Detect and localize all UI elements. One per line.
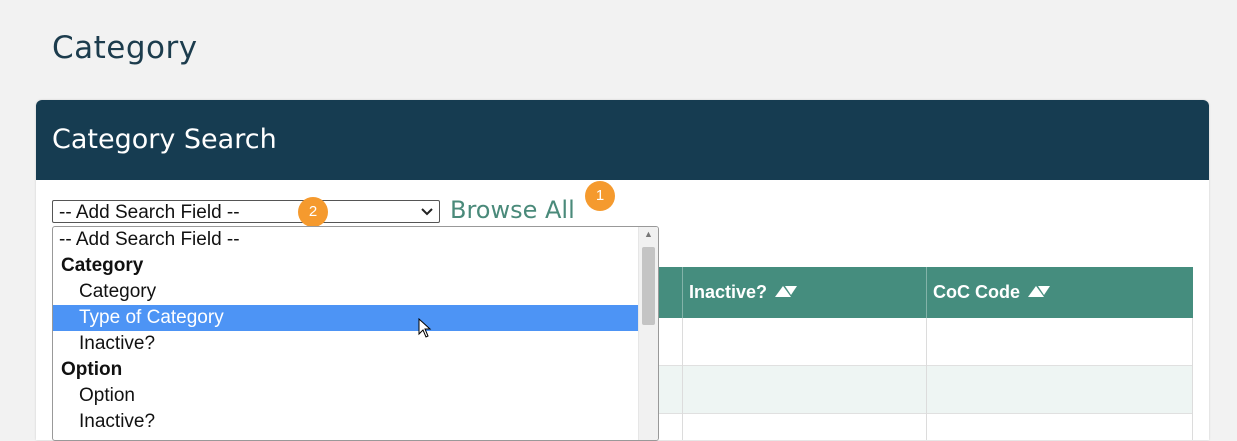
column-divider [926, 318, 927, 440]
column-divider [1192, 318, 1193, 440]
scroll-up-arrow-icon[interactable]: ▲ [644, 229, 653, 239]
panel-title: Category Search [52, 124, 277, 155]
option-add-search-field[interactable]: -- Add Search Field -- [53, 227, 639, 253]
panel-header: Category Search [36, 100, 1209, 180]
optgroup-category: Category [61, 255, 144, 276]
scrollbar-thumb[interactable] [642, 247, 655, 325]
column-header-coc-code[interactable]: CoC Code [926, 267, 1193, 318]
column-divider [682, 318, 683, 440]
add-search-field-select[interactable]: -- Add Search Field -- [52, 200, 440, 223]
dropdown-scrollbar[interactable]: ▲ [638, 227, 658, 440]
browse-all-link[interactable]: Browse All [450, 196, 575, 224]
column-header-label: Inactive? [689, 282, 768, 302]
search-field-dropdown-list[interactable]: -- Add Search Field -- Category Category… [52, 226, 659, 441]
step-badge-2: 2 [298, 197, 328, 227]
option-option-inactive[interactable]: Inactive? [53, 409, 639, 435]
option-option[interactable]: Option [53, 383, 639, 409]
optgroup-option: Option [61, 359, 123, 380]
column-header-inactive[interactable]: Inactive? [682, 267, 926, 318]
option-type-of-category[interactable]: Type of Category [53, 305, 639, 331]
mouse-pointer-icon [418, 317, 432, 343]
column-header-label: CoC Code [933, 282, 1020, 302]
sort-triangle-icon [1024, 286, 1050, 301]
chevron-down-icon [420, 201, 434, 223]
option-category[interactable]: Category [53, 279, 639, 305]
step-badge-1: 1 [585, 181, 615, 211]
page-title: Category [52, 30, 198, 66]
sort-triangle-icon [771, 286, 797, 301]
select-value: -- Add Search Field -- [59, 202, 240, 223]
option-category-inactive[interactable]: Inactive? [53, 331, 639, 357]
